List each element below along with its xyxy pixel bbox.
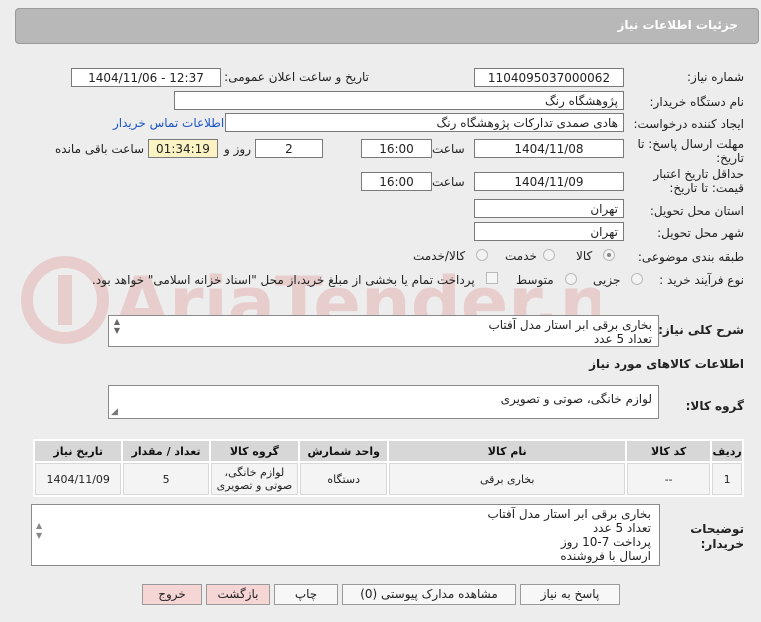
city-label: شهر محل تحویل: [657,226,744,240]
table-row[interactable]: 1 -- بخاری برقی دستگاه لوازم خانگی، صوتی… [35,463,742,495]
treasury-payment-checkbox[interactable] [486,272,498,284]
validity-date-field: 1404/11/09 [474,172,624,191]
reply-button[interactable]: پاسخ به نیاز [520,584,620,605]
creator-label: ایجاد کننده درخواست: [633,117,744,131]
category-option-goods: کالا [576,249,593,263]
col-group: گروه کالا [210,441,299,461]
col-qty: تعداد / مقدار [123,441,209,461]
col-row: ردیف [712,441,742,461]
buyer-notes-line-4: ارسال با فروشنده [560,549,651,563]
province-field: تهران [474,199,624,218]
page-header: جزئیات اطلاعات نیاز [15,8,759,44]
back-button[interactable]: بازگشت [206,584,270,605]
exit-button[interactable]: خروج [142,584,202,605]
remaining-time-field: 01:34:19 [148,139,218,158]
announce-field: 1404/11/06 - 12:37 [71,68,221,87]
buyer-label: نام دستگاه خریدار: [649,95,745,109]
col-code: کد کالا [627,441,711,461]
buyer-notes-line-2: تعداد 5 عدد [592,521,651,535]
city-field: تهران [474,222,624,241]
goods-group-value: لوازم خانگی، صوتی و تصویری [500,392,652,406]
category-option-both: کالا/خدمت [413,249,466,263]
cell-name: بخاری برقی [389,463,626,495]
goods-group-label: گروه کالا: [685,399,744,413]
creator-field: هادی صمدی تدارکات پژوهشگاه رنگ [225,113,624,132]
deadline-label: مهلت ارسال پاسخ: تا [637,137,744,151]
col-name: نام کالا [389,441,626,461]
buyer-field: پژوهشگاه رنگ [174,91,624,110]
deadline-time-field: 16:00 [361,139,432,158]
validity-label-2: قیمت: تا تاریخ: [669,181,744,195]
col-unit: واحد شمارش [300,441,388,461]
resize-grip-icon[interactable]: ◢ [111,408,118,417]
announce-label: تاریخ و ساعت اعلان عمومی: [224,70,369,84]
page-title: جزئیات اطلاعات نیاز [617,18,738,32]
col-date: تاریخ نیاز [35,441,122,461]
process-radio-minor[interactable] [631,273,643,285]
province-label: استان محل تحویل: [649,204,744,218]
buyer-notes-textarea[interactable]: بخاری برقی ابر استار مدل آفتاب تعداد 5 ع… [31,504,660,566]
buyer-notes-label-2: خریدار: [700,537,744,551]
summary-line-2: تعداد 5 عدد [593,332,652,346]
buyer-notes-line-1: بخاری برقی ابر استار مدل آفتاب [487,507,651,521]
cell-code: -- [627,463,711,495]
summary-scroll-arrows-icon[interactable]: ▲ ▼ [110,317,124,335]
days-label: روز و [224,142,251,156]
attachments-button[interactable]: مشاهده مدارک پیوستی (0) [342,584,516,605]
validity-time-field: 16:00 [361,172,432,191]
summary-line-1: بخاری برقی ابر استار مدل آفتاب [488,318,652,332]
buyer-notes-line-3: پرداخت 7-10 روز [560,535,651,549]
category-radio-both[interactable] [476,249,488,261]
scroll-arrows-icon[interactable]: ▲ ▼ [36,521,42,541]
need-number-field: 1104095037000062 [474,68,624,87]
goods-info-title: اطلاعات کالاهای مورد نیاز [589,357,744,371]
category-option-service: خدمت [505,249,537,263]
cell-unit: دستگاه [300,463,388,495]
validity-time-label: ساعت [432,175,465,189]
category-radio-service[interactable] [543,249,555,261]
cell-row: 1 [712,463,742,495]
cell-group: لوازم خانگی، صوتی و تصویری [210,463,299,495]
items-table: ردیف کد کالا نام کالا واحد شمارش گروه کا… [33,439,744,497]
contact-info-link[interactable]: اطلاعات تماس خریدار [113,116,224,130]
process-option-medium: متوسط [516,273,554,287]
deadline-time-label: ساعت [432,142,465,156]
process-radio-medium[interactable] [565,273,577,285]
category-label: طبقه بندی موضوعی: [637,250,744,264]
goods-group-field: لوازم خانگی، صوتی و تصویری ◢ [108,385,659,419]
days-field: 2 [255,139,323,158]
deadline-date-field: 1404/11/08 [474,139,624,158]
category-radio-goods[interactable] [603,249,615,261]
deadline-label-2: تاریخ: [716,151,744,165]
cell-date: 1404/11/09 [35,463,122,495]
need-number-label: شماره نیاز: [687,70,744,84]
process-option-minor: جزیی [593,273,621,287]
validity-label: حداقل تاریخ اعتبار [653,167,744,181]
summary-label: شرح کلی نیاز: [658,323,744,337]
print-button[interactable]: چاپ [274,584,338,605]
cell-qty: 5 [123,463,209,495]
items-table-header: ردیف کد کالا نام کالا واحد شمارش گروه کا… [35,441,742,461]
summary-textarea[interactable]: بخاری برقی ابر استار مدل آفتاب تعداد 5 ع… [108,315,659,347]
treasury-payment-note: پرداخت تمام یا بخشی از مبلغ خرید،از محل … [92,273,475,287]
buyer-notes-label: توضیحات [690,522,744,536]
process-label: نوع فرآیند خرید : [659,273,744,287]
remaining-label: ساعت باقی مانده [55,142,145,156]
